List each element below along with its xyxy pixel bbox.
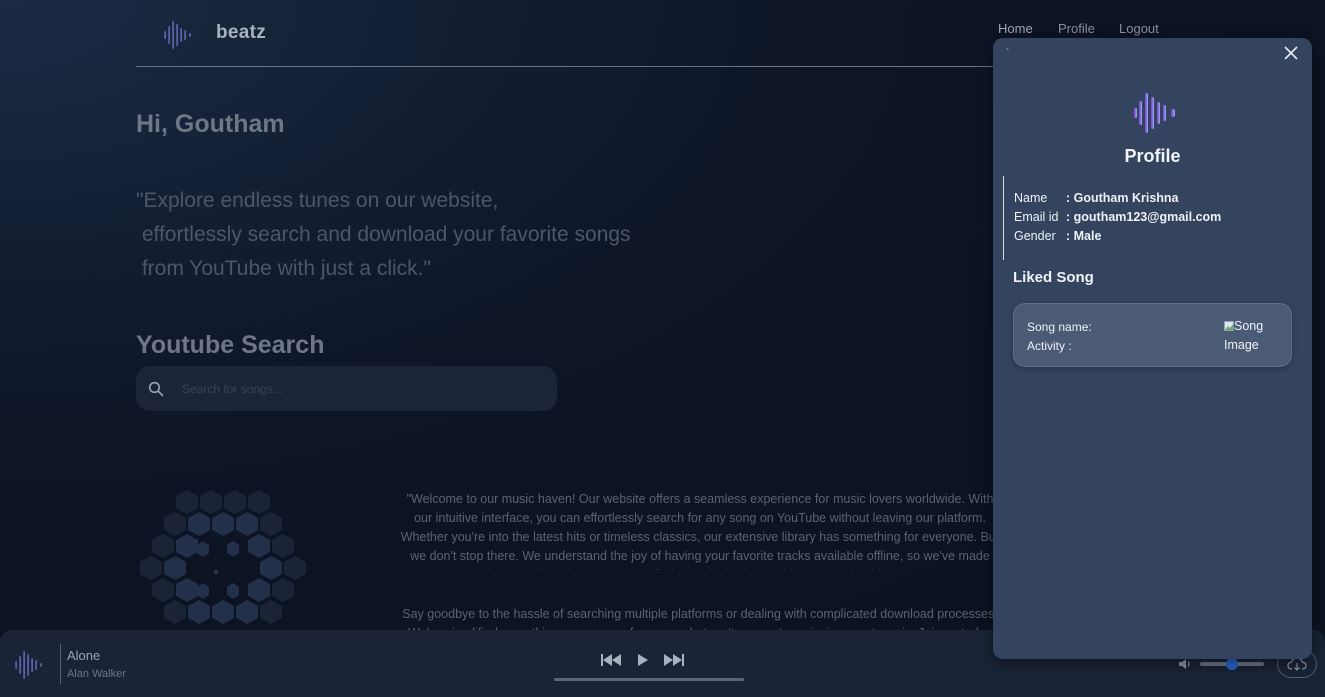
search-icon[interactable] (148, 381, 164, 397)
profile-name-row: Name : Goutham Krishna (1014, 191, 1179, 205)
volume-slider[interactable] (1200, 658, 1264, 670)
now-playing-artist: Alan Walker (67, 668, 126, 680)
profile-email-row: Email id : goutham123@gmail.com (1014, 210, 1221, 224)
activity-label: Activity : (1027, 339, 1072, 353)
nav-profile-link[interactable]: Profile (1058, 21, 1095, 36)
now-playing-title: Alone (67, 648, 101, 663)
tagline-text: "Explore endless tunes on our website, e… (136, 189, 631, 280)
greeting-heading: Hi, Goutham (136, 110, 285, 138)
liked-song-card[interactable]: Song name: Activity : Song Image (1013, 303, 1292, 367)
liked-song-heading: Liked Song (1013, 269, 1094, 286)
player-logo-icon (15, 651, 42, 679)
youtube-search-heading: Youtube Search (136, 331, 325, 359)
volume-slider-handle[interactable] (1226, 658, 1238, 670)
brand-name: beatz (216, 22, 267, 43)
profile-title: Profile (1124, 146, 1181, 166)
play-icon[interactable] (637, 652, 649, 668)
song-image: Song Image (1224, 317, 1284, 355)
profile-panel: ` Profile Name : Goutham Krishna Email id… (993, 38, 1312, 659)
volume-icon[interactable] (1178, 657, 1192, 671)
song-name-label: Song name: (1027, 320, 1092, 334)
about-paragraph-1: "Welcome to our music haven! Our website… (400, 492, 1000, 570)
profile-info-block: Name : Goutham Krishna Email id : goutham1… (1003, 176, 1221, 260)
next-icon[interactable] (663, 652, 685, 668)
hexagon-pattern-illustration (140, 490, 306, 624)
profile-logo-icon (1134, 93, 1175, 133)
profile-email-label: Email id (1014, 210, 1059, 224)
search-bar[interactable] (136, 366, 557, 411)
search-input[interactable] (182, 381, 522, 396)
header-divider (136, 66, 996, 67)
profile-gender-label: Gender (1014, 229, 1056, 243)
nav-logout-link[interactable]: Logout (1119, 21, 1159, 36)
stray-character: ` (1006, 48, 1010, 59)
profile-gender-value: : Male (1066, 229, 1102, 243)
profile-email-value: : goutham123@gmail.com (1066, 210, 1222, 224)
player-divider (60, 644, 61, 684)
close-icon[interactable] (1283, 45, 1299, 61)
previous-icon[interactable] (600, 652, 622, 668)
nav-home-link[interactable]: Home (998, 21, 1033, 36)
logo-wave-icon[interactable] (163, 20, 195, 50)
broken-image-icon (1224, 321, 1234, 331)
profile-name-label: Name (1014, 191, 1048, 205)
profile-name-value: : Goutham Krishna (1066, 191, 1179, 205)
profile-gender-row: Gender : Male (1014, 229, 1101, 243)
progress-bar[interactable] (554, 678, 744, 681)
